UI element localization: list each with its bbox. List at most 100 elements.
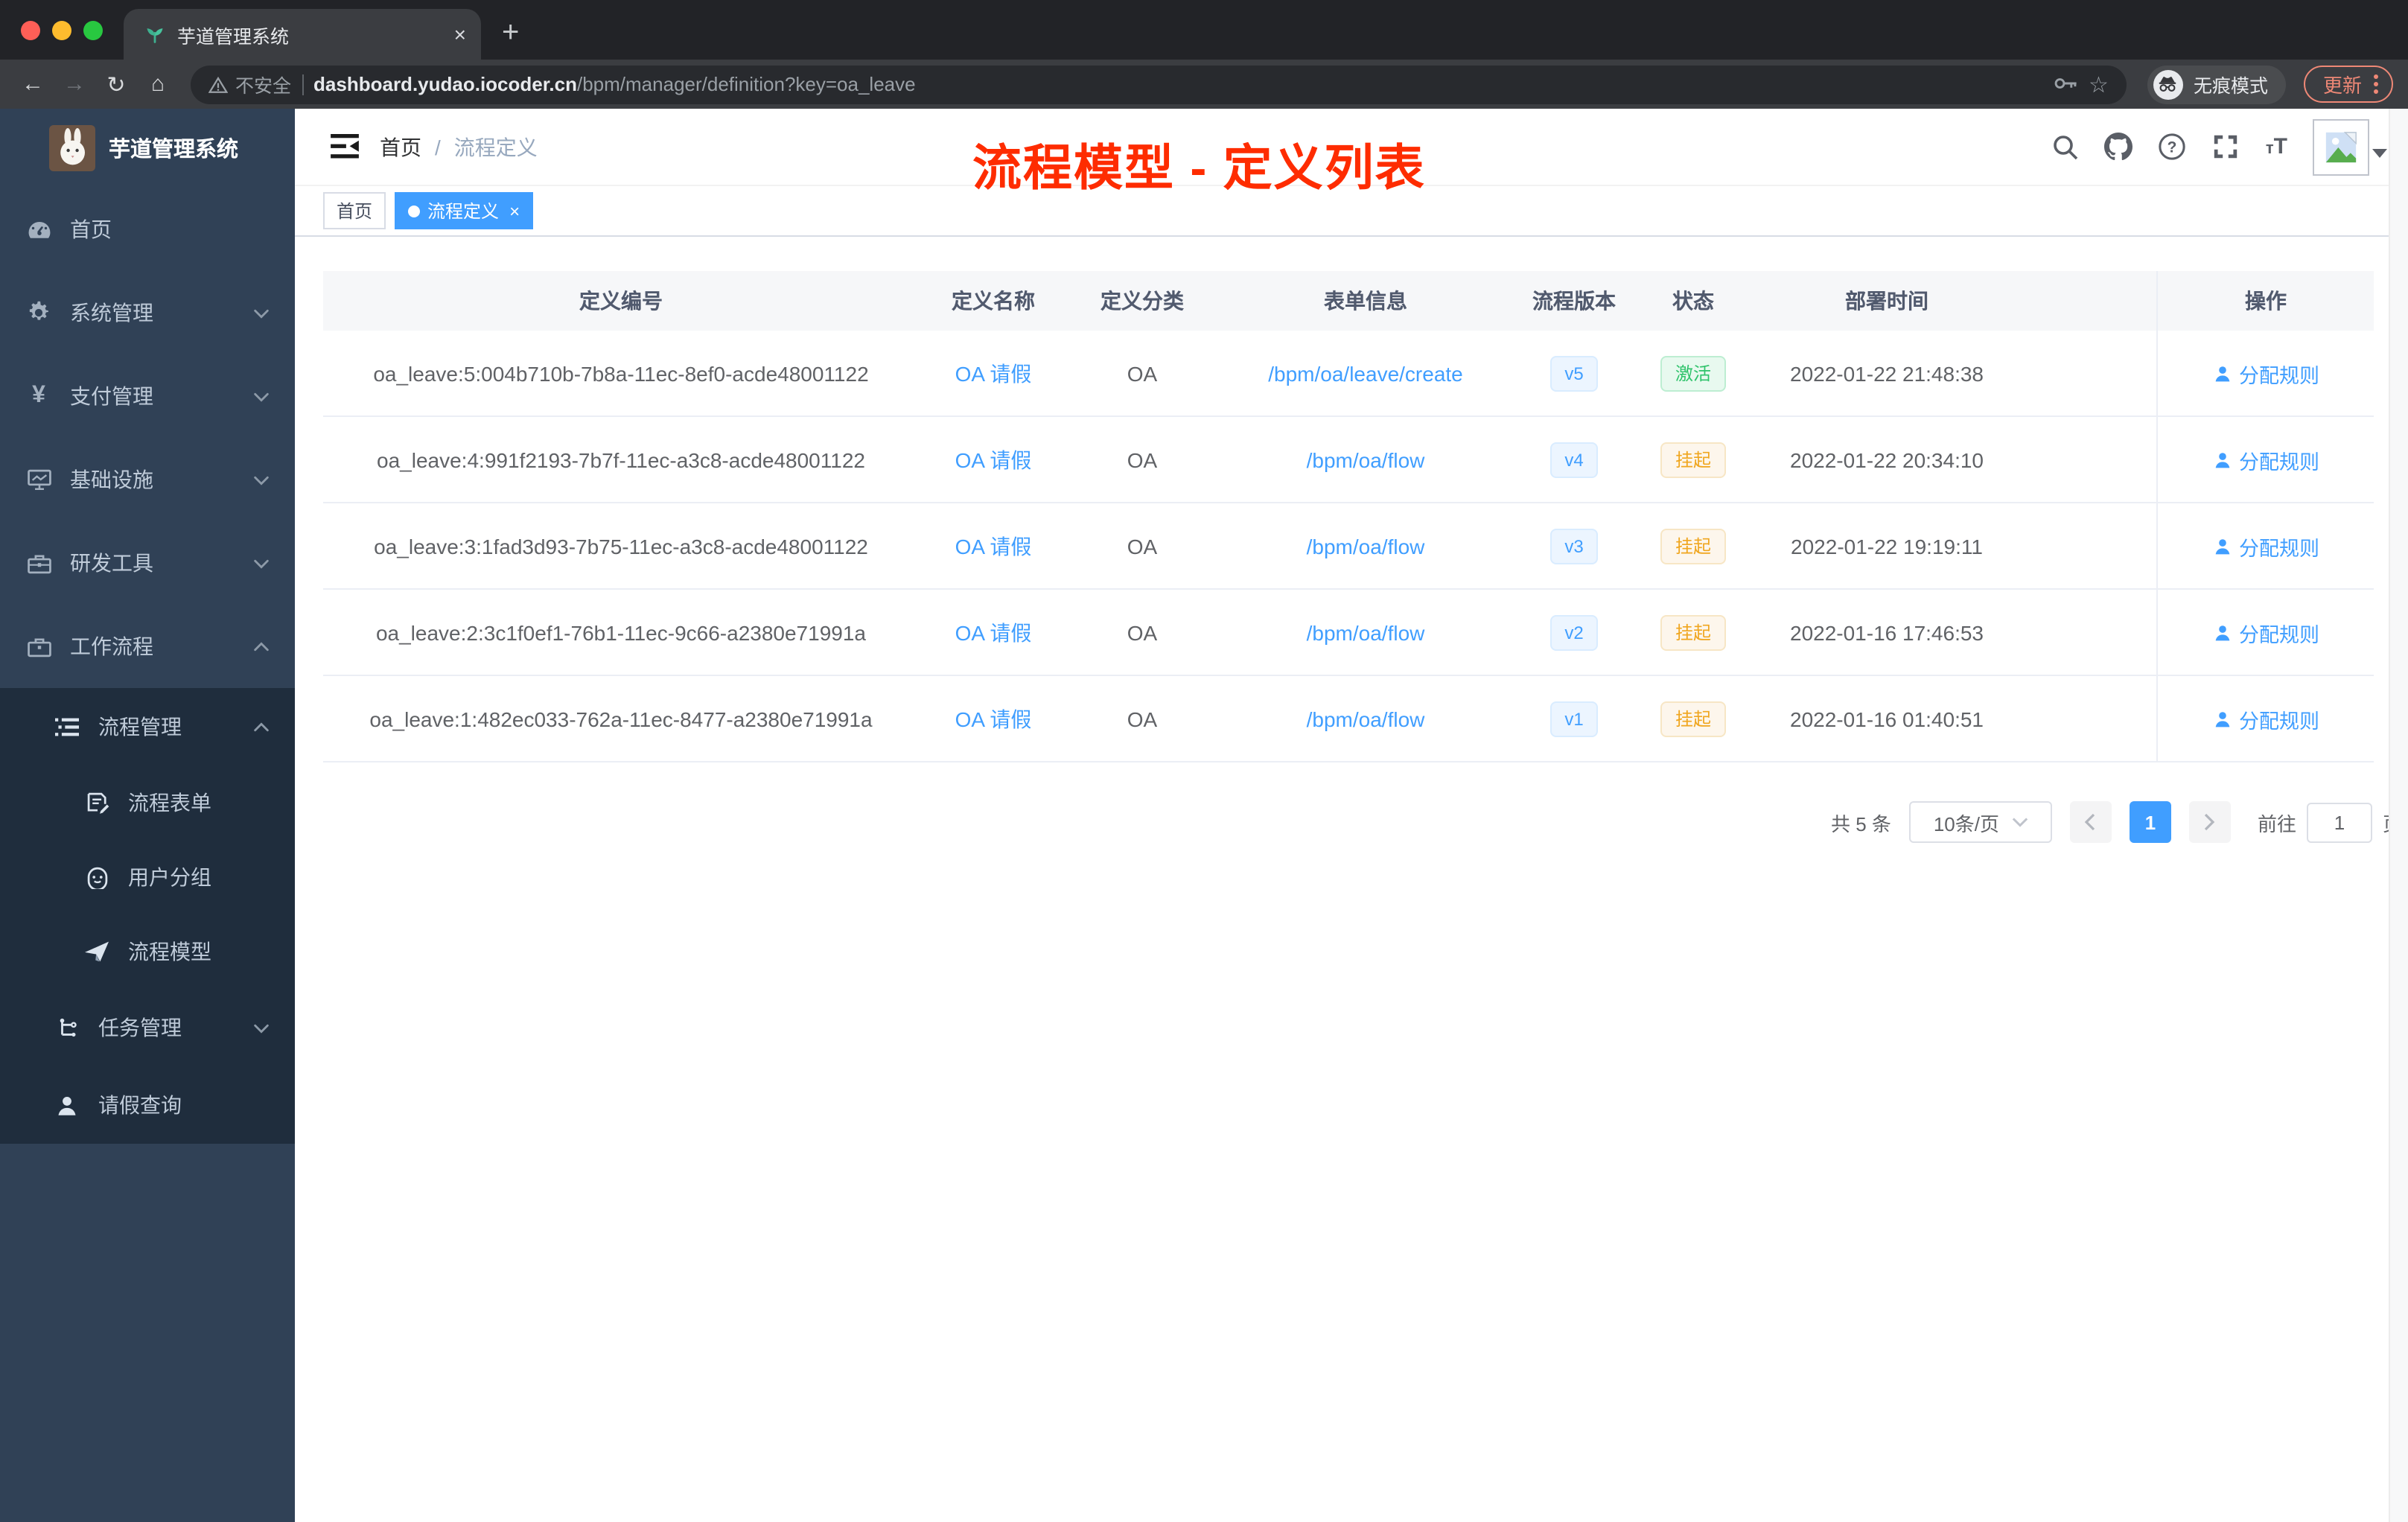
active-tag-dot [408,205,421,217]
browser-toolbar: ← → ↻ ⌂ 不安全 dashboard.yudao.iocoder.cn/b… [0,60,2408,109]
tab-close-icon[interactable]: × [454,24,466,45]
definition-name-link[interactable]: OA 请假 [955,617,1032,647]
home-icon[interactable]: ⌂ [140,71,176,97]
sidebar-item-用户分组[interactable]: 用户分组 [0,840,295,914]
sidebar-item-label: 基础设施 [70,468,153,491]
table-row: oa_leave:1:482ec033-762a-11ec-8477-a2380… [323,676,2374,762]
definition-name-link[interactable]: OA 请假 [955,704,1032,733]
chevron-up-icon [252,718,271,742]
form-link[interactable]: /bpm/oa/flow [1307,534,1425,558]
assign-rule-button[interactable]: 分配规则 [2212,358,2319,388]
sidebar-item-流程模型[interactable]: 流程模型 [0,914,295,989]
bookmark-star-icon[interactable]: ☆ [2089,71,2109,98]
assign-rule-button[interactable]: 分配规则 [2212,445,2319,474]
window-controls[interactable] [0,0,124,60]
sidebar-item-label: 流程管理 [98,715,182,739]
reload-icon[interactable]: ↻ [98,71,134,98]
browser-update-button[interactable]: 更新 [2303,66,2393,103]
goto-label: 前往 [2257,812,2296,835]
sidebar-item-研发工具[interactable]: 研发工具 [0,521,295,605]
definition-name-link[interactable]: OA 请假 [955,358,1032,388]
column-header-定义分类: 定义分类 [1101,289,1184,313]
search-icon[interactable] [2053,133,2080,160]
sidebar-item-首页[interactable]: 首页 [0,188,295,271]
table-row: oa_leave:4:991f2193-7b7f-11ec-a3c8-acde4… [323,417,2374,503]
tag-label: 流程定义 [427,201,500,222]
page-scrollbar[interactable] [2389,109,2408,1522]
form-link[interactable]: /bpm/oa/flow [1307,707,1425,730]
browser-chrome: 芋道管理系统 × + ← → ↻ ⌂ 不安全 dashboard.yudao.i… [0,0,2408,109]
address-bar[interactable]: 不安全 dashboard.yudao.iocoder.cn/bpm/manag… [191,65,2127,104]
sidebar-item-系统管理[interactable]: 系统管理 [0,271,295,354]
sidebar-logo[interactable]: 芋道管理系统 [0,109,295,188]
avatar-dropdown-caret-icon[interactable] [2372,148,2387,157]
font-size-icon[interactable]: тT [2266,134,2287,159]
new-tab-button[interactable]: + [502,16,519,51]
cell-deploy-time: 2022-01-16 17:46:53 [1790,620,1984,644]
cell-form-info: /bpm/oa/leave/create [1217,331,1514,415]
svg-text:?: ? [2167,139,2177,156]
sidebar-item-任务管理[interactable]: 任务管理 [0,989,295,1066]
user-avatar[interactable] [2313,118,2369,175]
assign-rule-button[interactable]: 分配规则 [2212,531,2319,561]
sidebar-item-基础设施[interactable]: 基础设施 [0,438,295,521]
status-badge: 挂起 [1660,442,1726,477]
cell-definition-name: OA 请假 [919,503,1068,588]
cell-form-info: /bpm/oa/flow [1217,417,1514,502]
definition-name-link[interactable]: OA 请假 [955,531,1032,561]
form-link[interactable]: /bpm/oa/leave/create [1268,361,1463,385]
tag-首页[interactable]: 首页 [323,192,386,229]
favicon-plant-icon [144,24,165,45]
dashboard-icon [25,218,52,241]
table-header: 定义编号 定义名称 定义分类 表单信息 流程版本 状态 部署时间 操作 [323,271,2374,331]
cell-deploy-time: 2022-01-22 20:34:10 [1790,448,1984,471]
column-header-定义编号: 定义编号 [579,289,663,313]
incognito-icon [2153,69,2183,99]
help-icon[interactable]: ? [2159,133,2187,161]
prev-page-button[interactable] [2069,801,2112,843]
tag-流程定义[interactable]: 流程定义 × [395,192,534,229]
sidebar-item-流程管理[interactable]: 流程管理 [0,688,295,765]
form-link[interactable]: /bpm/oa/flow [1307,620,1425,644]
not-secure-label[interactable]: 不安全 [208,70,291,98]
back-icon[interactable]: ← [15,71,51,97]
browser-menu-icon[interactable] [2374,74,2378,94]
cell-definition-id: oa_leave:1:482ec033-762a-11ec-8477-a2380… [369,707,873,730]
close-window-button[interactable] [21,20,40,39]
url-text[interactable]: dashboard.yudao.iocoder.cn/bpm/manager/d… [313,73,2042,95]
page-number-button[interactable]: 1 [2129,801,2171,843]
cell-definition-name: OA 请假 [919,676,1068,761]
page-size-select[interactable]: 10条/页 [1908,801,2052,843]
tag-close-icon[interactable]: × [509,202,520,220]
maximize-window-button[interactable] [83,20,103,39]
breadcrumb-home[interactable]: 首页 [380,132,421,162]
sidebar-item-支付管理[interactable]: ¥ 支付管理 [0,354,295,438]
goto-page-input[interactable] [2306,802,2372,842]
main-panel: 首页 / 流程定义 ? тT 流程模型 - 定义列表 首页 流程定义 × 定义编… [295,109,2408,1522]
assign-rule-button[interactable]: 分配规则 [2212,617,2319,647]
column-header-定义名称: 定义名称 [952,289,1035,313]
fullscreen-icon[interactable] [2212,133,2240,161]
version-badge: v2 [1549,614,1599,650]
app-logo-rabbit-avatar [49,125,95,171]
forward-icon[interactable]: → [57,71,92,97]
github-icon[interactable] [2104,133,2133,161]
status-badge: 挂起 [1660,528,1726,564]
form-link[interactable]: /bpm/oa/flow [1307,448,1425,471]
sidebar-item-请假查询[interactable]: 请假查询 [0,1066,295,1144]
minimize-window-button[interactable] [52,20,71,39]
table-body: oa_leave:5:004b710b-7b8a-11ec-8ef0-acde4… [323,331,2374,762]
navbar-actions: ? тT [2053,118,2387,175]
collapse-sidebar-icon[interactable] [319,134,380,159]
password-key-icon[interactable] [2053,72,2078,96]
next-page-button[interactable] [2188,801,2231,843]
sidebar-item-流程表单[interactable]: 流程表单 [0,765,295,840]
assign-rule-button[interactable]: 分配规则 [2212,704,2319,733]
browser-tab[interactable]: 芋道管理系统 × [124,9,481,60]
sidebar-item-工作流程[interactable]: 工作流程 [0,605,295,688]
chevron-down-icon [2011,818,2028,827]
pagination: 共 5 条 10条/页 1 前往 页 [323,801,2402,843]
chevron-down-icon [252,1019,271,1042]
definition-name-link[interactable]: OA 请假 [955,445,1032,474]
cell-category: OA [1127,707,1158,730]
